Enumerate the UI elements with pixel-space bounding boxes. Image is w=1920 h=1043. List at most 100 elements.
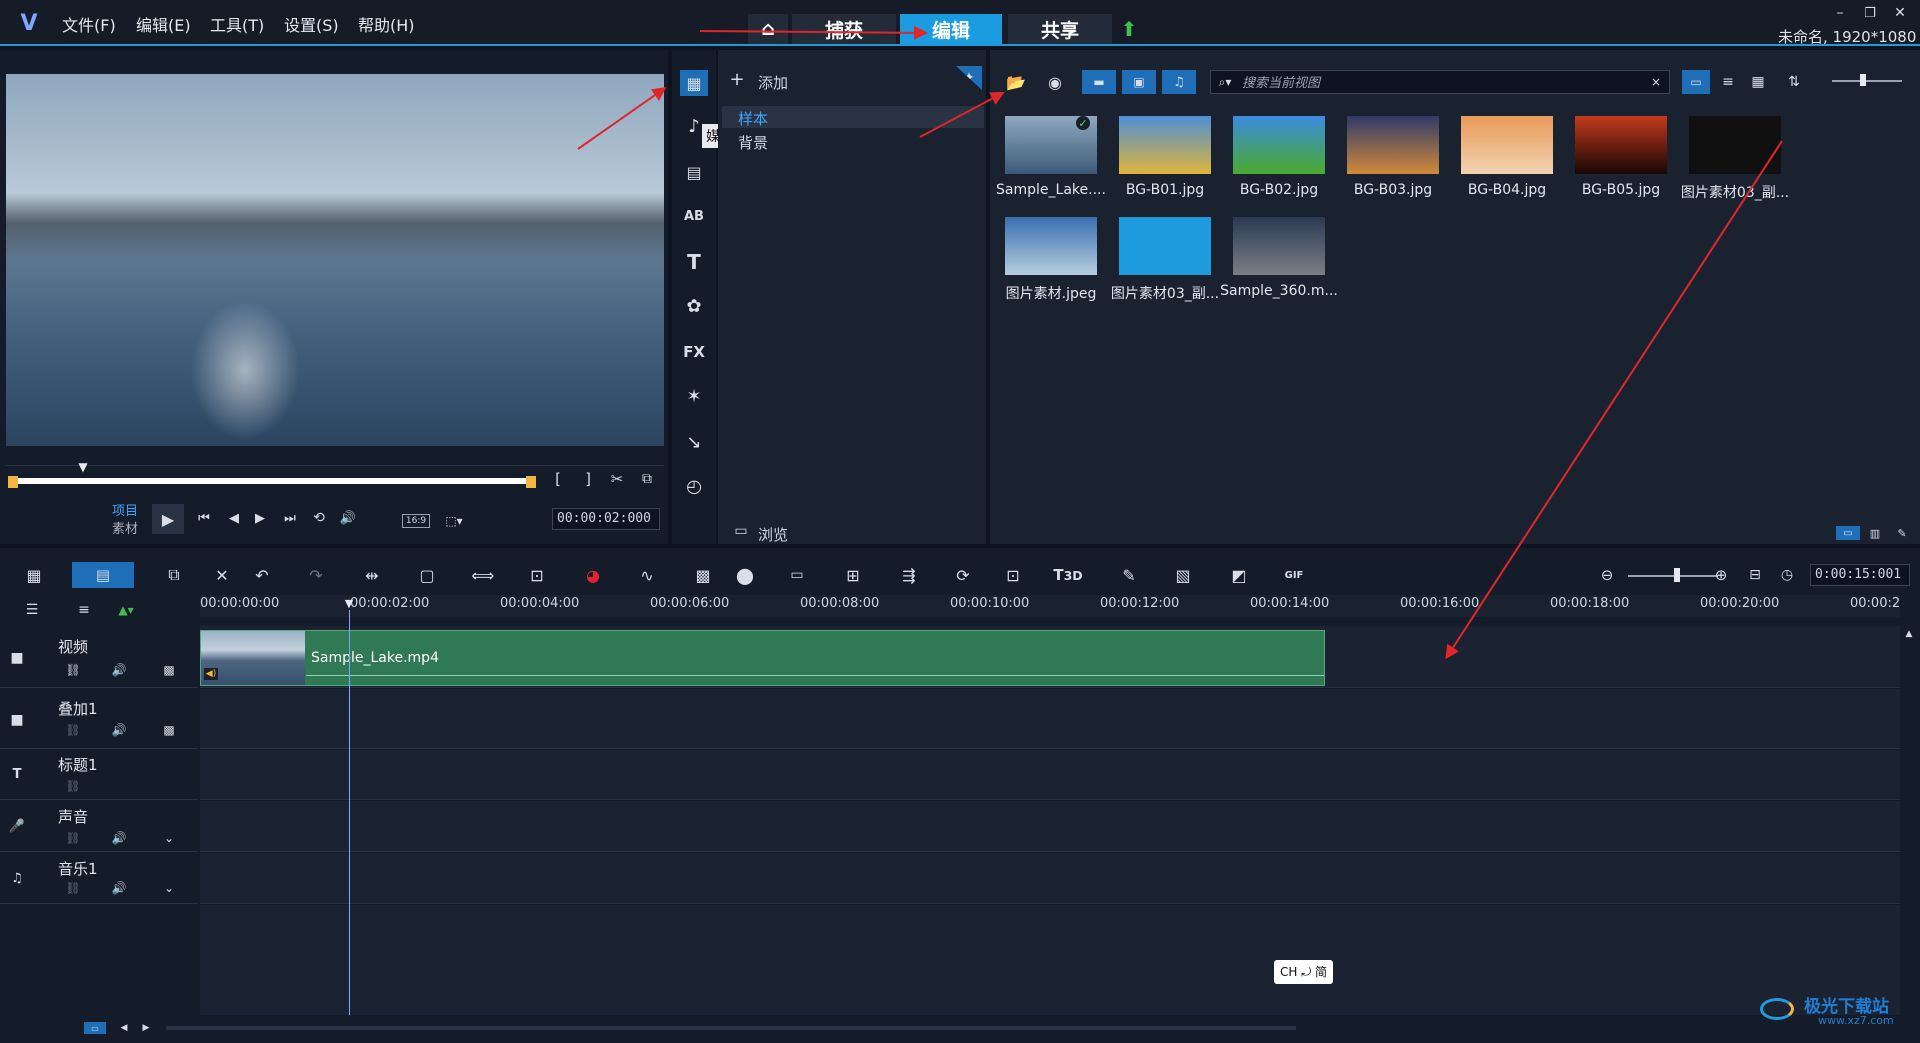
tab-share[interactable]: 共享 xyxy=(1008,14,1112,44)
vertical-scrollbar[interactable] xyxy=(1902,626,1916,1016)
undo-icon[interactable]: ↶ xyxy=(250,564,274,586)
graphics-icon[interactable]: ✿ xyxy=(682,294,706,318)
trim-end-handle[interactable] xyxy=(526,476,536,488)
media-item[interactable]: Sample_360.m... xyxy=(1220,211,1338,305)
text-style-icon[interactable]: AB xyxy=(682,204,706,228)
menu-file[interactable]: 文件(F) xyxy=(62,12,116,36)
view-thumbnails-icon[interactable]: ▭ xyxy=(1682,70,1710,94)
speed-icon[interactable]: ◴ xyxy=(682,474,706,498)
time-remap-icon[interactable]: ⇶ xyxy=(896,564,922,586)
auto-music-icon[interactable]: ◩ xyxy=(1226,564,1252,586)
title-icon[interactable]: T xyxy=(682,250,706,274)
multi-camera-icon[interactable]: ▩ xyxy=(690,564,716,586)
end-icon[interactable]: ⏭ xyxy=(280,508,300,528)
media-item[interactable]: BG-B04.jpg xyxy=(1451,110,1563,204)
timeline-empty-area[interactable] xyxy=(200,905,1900,1015)
add-icon[interactable]: + xyxy=(728,69,746,90)
thumbnail-size-handle[interactable] xyxy=(1860,74,1866,86)
ripple-icon[interactable]: ▩ xyxy=(160,662,178,678)
subtitle-icon[interactable]: ▭ xyxy=(784,564,810,586)
painting-icon[interactable]: ✎ xyxy=(1116,564,1142,586)
mark-out-icon[interactable]: ] xyxy=(580,470,596,488)
zoom-preview-icon[interactable]: ⬚▾ xyxy=(440,512,468,530)
menu-settings[interactable]: 设置(S) xyxy=(284,12,339,36)
playhead-marker-icon[interactable]: ▼ xyxy=(342,596,356,610)
menu-tools[interactable]: 工具(T) xyxy=(210,12,264,36)
transition-icon[interactable]: ▤ xyxy=(682,160,706,184)
volume-icon[interactable]: 🔊 xyxy=(338,508,358,528)
zoom-slider-handle[interactable] xyxy=(1674,568,1680,582)
import-folder-icon[interactable]: 📂 xyxy=(1004,72,1028,92)
track-music[interactable] xyxy=(200,853,1900,904)
home-start-icon[interactable]: ⏮ xyxy=(194,508,214,528)
crop-icon[interactable]: ▢ xyxy=(414,564,440,586)
rotate-icon[interactable]: ⟳ xyxy=(950,564,976,586)
add-folder-button[interactable]: 添加 xyxy=(758,72,788,93)
home-icon[interactable]: ⌂ xyxy=(748,14,788,44)
library-layout-icon[interactable]: ▥ xyxy=(1864,526,1886,540)
media-item[interactable]: BG-B05.jpg xyxy=(1565,110,1677,204)
split-screen-icon[interactable]: ⊞ xyxy=(840,564,866,586)
copy-icon[interactable]: ⧉ xyxy=(162,564,186,586)
tab-capture[interactable]: 捕获 xyxy=(792,14,896,44)
gif-icon[interactable]: GIF xyxy=(1280,564,1308,586)
library-edit-icon[interactable]: ✎ xyxy=(1892,526,1912,540)
path-icon[interactable]: ↘ xyxy=(682,430,706,454)
repeat-icon[interactable]: ⟲ xyxy=(308,508,330,528)
link-icon[interactable]: ⛓ xyxy=(64,662,82,678)
link-icon[interactable]: ⛓ xyxy=(64,722,82,738)
time-ruler[interactable] xyxy=(200,595,1900,617)
track-volume-icon[interactable]: 🔊 xyxy=(110,662,128,678)
link-icon[interactable]: ⛓ xyxy=(64,778,82,794)
media-item[interactable]: BG-B01.jpg xyxy=(1109,110,1221,204)
restore-icon[interactable]: ❐ xyxy=(1860,6,1880,21)
upload-icon[interactable]: ⬆ xyxy=(1118,17,1140,41)
track-volume-icon[interactable]: 🔊 xyxy=(110,880,128,896)
motion-track-icon[interactable]: ⬤ xyxy=(732,564,758,586)
zoom-in-icon[interactable]: ⊕ xyxy=(1710,564,1732,586)
clip-mode[interactable]: 素材 xyxy=(112,518,138,537)
track-overlay[interactable] xyxy=(200,689,1900,749)
scroll-left-icon[interactable]: ◀ xyxy=(118,1022,130,1034)
track-manager-icon[interactable]: ☰ xyxy=(20,600,44,620)
show-video-icon[interactable]: ▬ xyxy=(1082,70,1116,94)
library-option-icon[interactable]: ▭ xyxy=(1836,526,1860,540)
ime-indicator[interactable]: CH ⤾ 简 xyxy=(1274,960,1334,984)
mark-in-icon[interactable]: [ xyxy=(550,470,566,488)
link-icon[interactable]: ⛓ xyxy=(64,880,82,896)
trim-start-handle[interactable] xyxy=(8,476,18,488)
close-icon[interactable]: ✕ xyxy=(1890,5,1910,21)
show-audio-icon[interactable]: ♫ xyxy=(1162,70,1196,94)
minimize-icon[interactable]: – xyxy=(1830,5,1850,21)
media-item[interactable]: Sample_Lake.... xyxy=(995,110,1107,204)
playhead[interactable] xyxy=(349,610,350,1015)
zoom-slider[interactable] xyxy=(1628,575,1718,577)
chevron-down-icon[interactable]: ⌄ xyxy=(160,880,178,896)
record-icon[interactable]: ◉ xyxy=(1044,72,1066,92)
title-3d-icon[interactable]: T 3D xyxy=(1053,564,1082,586)
folder-sample[interactable]: 样本 xyxy=(738,108,768,129)
track-voice[interactable] xyxy=(200,801,1900,852)
timecode-display[interactable]: 00:00:02:000 xyxy=(552,508,660,530)
media-item[interactable]: 图片素材03_副... xyxy=(1109,211,1221,305)
storyboard-view-icon[interactable]: ▦ xyxy=(20,564,48,586)
folder-background[interactable]: 背景 xyxy=(738,132,768,153)
menu-edit[interactable]: 编辑(E) xyxy=(136,12,191,36)
browse-button[interactable]: 浏览 xyxy=(758,524,788,545)
media-item[interactable]: 图片素材03_副... xyxy=(1679,110,1791,204)
next-frame-icon[interactable]: ▶ xyxy=(250,508,270,528)
audio-wave-icon[interactable]: ∿ xyxy=(634,564,660,586)
trim-icon[interactable]: ⟺ xyxy=(470,564,496,586)
scroll-up-icon[interactable]: ▲ xyxy=(1902,628,1916,640)
tools-icon[interactable]: ✕ xyxy=(210,564,234,586)
scrubber-icon[interactable]: ▼ xyxy=(76,460,90,474)
track-title[interactable] xyxy=(200,750,1900,800)
play-icon[interactable]: ▶ xyxy=(152,504,184,534)
timeline-nav-icon[interactable]: ▭ xyxy=(84,1022,106,1034)
media-item[interactable]: BG-B03.jpg xyxy=(1337,110,1449,204)
track-volume-icon[interactable]: 🔊 xyxy=(110,830,128,846)
mask-icon[interactable]: ⊡ xyxy=(1000,564,1026,586)
split-clip-icon[interactable]: ✂ xyxy=(608,470,626,488)
chapter-icon[interactable]: ≡ xyxy=(72,600,96,620)
chevron-down-icon[interactable]: ⌄ xyxy=(160,830,178,846)
